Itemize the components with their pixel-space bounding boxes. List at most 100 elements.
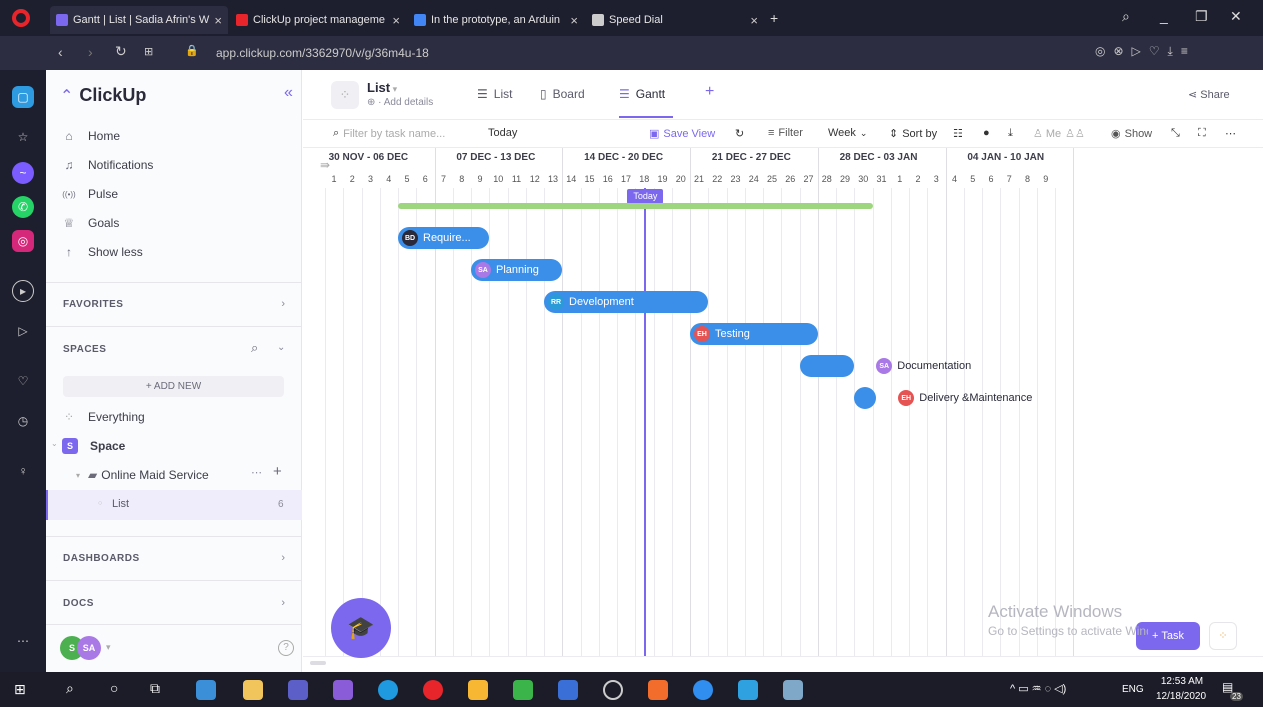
refresh-icon[interactable]: ↻	[735, 127, 744, 140]
task-label[interactable]: SA Documentation	[876, 358, 971, 374]
clickup-logo[interactable]: ⌃ ClickUp	[60, 85, 146, 106]
new-tab-icon[interactable]: +	[770, 10, 778, 26]
history-icon[interactable]: ◷	[12, 410, 34, 432]
visual-studio-icon[interactable]	[333, 680, 353, 700]
forward-icon[interactable]: ›	[88, 44, 93, 60]
whatsapp-icon[interactable]: ✆	[12, 196, 34, 218]
cortana-icon[interactable]: ○	[110, 680, 118, 696]
browser-tab[interactable]: ClickUp project manageme ×	[230, 6, 406, 34]
close-window-icon[interactable]: ✕	[1230, 8, 1242, 25]
dashboards-header[interactable]: DASHBOARDS	[63, 553, 140, 564]
bulb-icon[interactable]: ♀	[12, 460, 34, 482]
collapse-icon[interactable]: ⤡	[1171, 127, 1180, 140]
caret-down-icon[interactable]: ⌄	[51, 439, 58, 448]
chevron-right-icon[interactable]: ›	[281, 552, 285, 564]
close-tab-icon[interactable]: ×	[392, 13, 400, 28]
language-indicator[interactable]: ENG	[1122, 684, 1144, 695]
folder-more-icon[interactable]: ⋯	[251, 466, 262, 479]
me-filter[interactable]: ♙ Me ♙♙	[1033, 127, 1085, 141]
tab-list[interactable]: ☰ List	[477, 87, 512, 101]
fullscreen-icon[interactable]: ⛶	[1198, 127, 1206, 140]
minimize-icon[interactable]: _	[1160, 8, 1168, 24]
back-icon[interactable]: ‹	[58, 44, 63, 60]
close-tab-icon[interactable]: ×	[750, 13, 758, 28]
word-icon[interactable]	[558, 680, 578, 700]
player-icon[interactable]: ▸	[12, 280, 34, 302]
docs-header[interactable]: DOCS	[63, 598, 94, 609]
save-view-button[interactable]: ▣ Save View	[649, 127, 715, 141]
task-bar[interactable]: BD Require...	[398, 227, 490, 249]
task-view-icon[interactable]: ⧉	[150, 680, 160, 697]
nav-show-less[interactable]: ↑ Show less	[62, 241, 143, 263]
heart-icon[interactable]: ♡	[12, 370, 34, 392]
taskbar-app-icon[interactable]	[196, 680, 216, 700]
terminal-icon[interactable]	[513, 680, 533, 700]
user-menu[interactable]: S SA ▾	[60, 636, 111, 660]
list-status-icon[interactable]: ⁘	[331, 81, 359, 109]
reload-icon[interactable]: ↻	[115, 43, 127, 60]
collapse-sidebar-icon[interactable]: «	[284, 84, 293, 102]
messenger-icon[interactable]: ~	[12, 162, 34, 184]
teams-icon[interactable]	[288, 680, 308, 700]
opera-taskbar-icon[interactable]	[423, 680, 443, 700]
app-icon[interactable]	[693, 680, 713, 700]
share-button[interactable]: ⋖ Share	[1188, 88, 1230, 101]
search-icon[interactable]: ⌕	[1122, 8, 1130, 25]
bookmark-star-icon[interactable]: ☆	[12, 126, 34, 148]
browser-tab[interactable]: In the prototype, an Arduin ×	[408, 6, 584, 34]
favorites-header[interactable]: FAVORITES	[63, 299, 123, 310]
task-bar[interactable]: SA Planning	[471, 259, 563, 281]
task-bar[interactable]: RR Development	[544, 291, 709, 313]
everything-item[interactable]: ⁘ Everything	[62, 406, 145, 428]
instagram-icon[interactable]: ◎	[12, 230, 34, 252]
edge-icon[interactable]	[378, 680, 398, 700]
tab-gantt[interactable]: ☰ Gantt	[619, 87, 665, 101]
group-icon[interactable]: ☷	[953, 127, 963, 140]
university-icon[interactable]: 🎓	[331, 598, 391, 658]
show-button[interactable]: ◉ Show	[1111, 127, 1152, 141]
file-explorer-icon[interactable]	[243, 680, 263, 700]
restore-icon[interactable]: ❐	[1195, 8, 1208, 25]
workspace-icon[interactable]: ▢	[12, 86, 34, 108]
photos-icon[interactable]	[738, 680, 758, 700]
chevron-right-icon[interactable]: ›	[281, 298, 285, 310]
app-icon[interactable]	[783, 680, 803, 700]
folder-item-online-maid-service[interactable]: ▾ ▰ Online Maid Service	[76, 464, 209, 486]
clock-time[interactable]: 12:53 AM	[1158, 676, 1206, 687]
nav-home[interactable]: ⌂ Home	[62, 125, 120, 147]
url-field[interactable]: app.clickup.com/3362970/v/g/36m4u-18	[216, 46, 429, 60]
apps-icon[interactable]: ⁘	[1209, 622, 1237, 650]
today-button[interactable]: Today	[488, 127, 517, 139]
color-icon[interactable]: ●	[983, 127, 990, 139]
add-to-folder-icon[interactable]: +	[273, 463, 282, 480]
clock-date[interactable]: 12/18/2020	[1151, 691, 1211, 702]
space-item[interactable]: S Space	[62, 435, 125, 457]
add-details-link[interactable]: ⊕ · Add details	[367, 97, 433, 108]
xampp-icon[interactable]	[648, 680, 668, 700]
windows-start-icon[interactable]: ⊞	[14, 681, 26, 698]
week-dropdown[interactable]: Week ⌄	[828, 127, 867, 139]
chrome-icon[interactable]	[603, 680, 623, 700]
tab-board[interactable]: ▯ Board	[540, 87, 585, 101]
more-icon[interactable]: ⋯	[12, 630, 34, 652]
sort-by-button[interactable]: ⇕ Sort by	[889, 127, 937, 141]
speed-dial-icon[interactable]: ⊞	[144, 45, 153, 58]
sublime-icon[interactable]	[468, 680, 488, 700]
spaces-header[interactable]: SPACES	[63, 344, 106, 355]
horizontal-scrollbar[interactable]	[303, 656, 1263, 672]
browser-actions-icon[interactable]: ◎⊗▷♡⤓≡	[1095, 44, 1196, 59]
list-title[interactable]: List ▾	[367, 80, 397, 95]
list-item-active[interactable]: ○ List 6	[46, 490, 302, 520]
project-summary-bar[interactable]	[398, 203, 873, 209]
filter-task-input[interactable]: ⌕ Filter by task name...	[333, 127, 445, 140]
close-tab-icon[interactable]: ×	[570, 13, 578, 28]
export-icon[interactable]: ⤓	[1008, 127, 1013, 140]
task-bar[interactable]: EH Testing	[690, 323, 818, 345]
help-icon[interactable]: ?	[278, 640, 294, 656]
search-icon[interactable]: ⌕	[66, 680, 74, 697]
search-spaces-icon[interactable]: ⌕	[251, 340, 258, 356]
filter-button[interactable]: ≡ Filter	[768, 127, 803, 139]
system-tray-icons[interactable]: ^ ▭ ♒ ◌ ◁)	[1010, 682, 1066, 695]
browser-tab[interactable]: Gantt | List | Sadia Afrin's W ×	[50, 6, 228, 34]
chevron-down-icon[interactable]: ⌄	[277, 342, 285, 353]
